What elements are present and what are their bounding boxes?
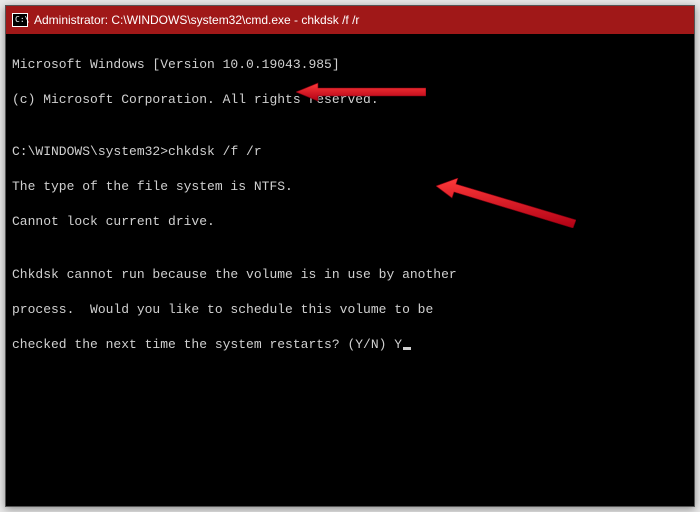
- window-title: Administrator: C:\WINDOWS\system32\cmd.e…: [34, 13, 359, 27]
- output-line: Chkdsk cannot run because the volume is …: [12, 266, 688, 284]
- output-line: Cannot lock current drive.: [12, 213, 688, 231]
- cmd-icon: C:\: [12, 13, 28, 27]
- output-line: (c) Microsoft Corporation. All rights re…: [12, 91, 688, 109]
- cmd-window: C:\ Administrator: C:\WINDOWS\system32\c…: [5, 5, 695, 507]
- user-input: Y: [394, 337, 402, 352]
- terminal-output[interactable]: Microsoft Windows [Version 10.0.19043.98…: [6, 34, 694, 393]
- output-line: The type of the file system is NTFS.: [12, 178, 688, 196]
- cursor: [403, 347, 411, 350]
- titlebar[interactable]: C:\ Administrator: C:\WINDOWS\system32\c…: [6, 6, 694, 34]
- output-line: Microsoft Windows [Version 10.0.19043.98…: [12, 56, 688, 74]
- user-command: chkdsk /f /r: [168, 144, 262, 159]
- output-line: process. Would you like to schedule this…: [12, 301, 688, 319]
- restart-prompt: checked the next time the system restart…: [12, 337, 394, 352]
- prompt-line: C:\WINDOWS\system32>chkdsk /f /r: [12, 143, 688, 161]
- prompt-line: checked the next time the system restart…: [12, 336, 688, 354]
- prompt-path: C:\WINDOWS\system32>: [12, 144, 168, 159]
